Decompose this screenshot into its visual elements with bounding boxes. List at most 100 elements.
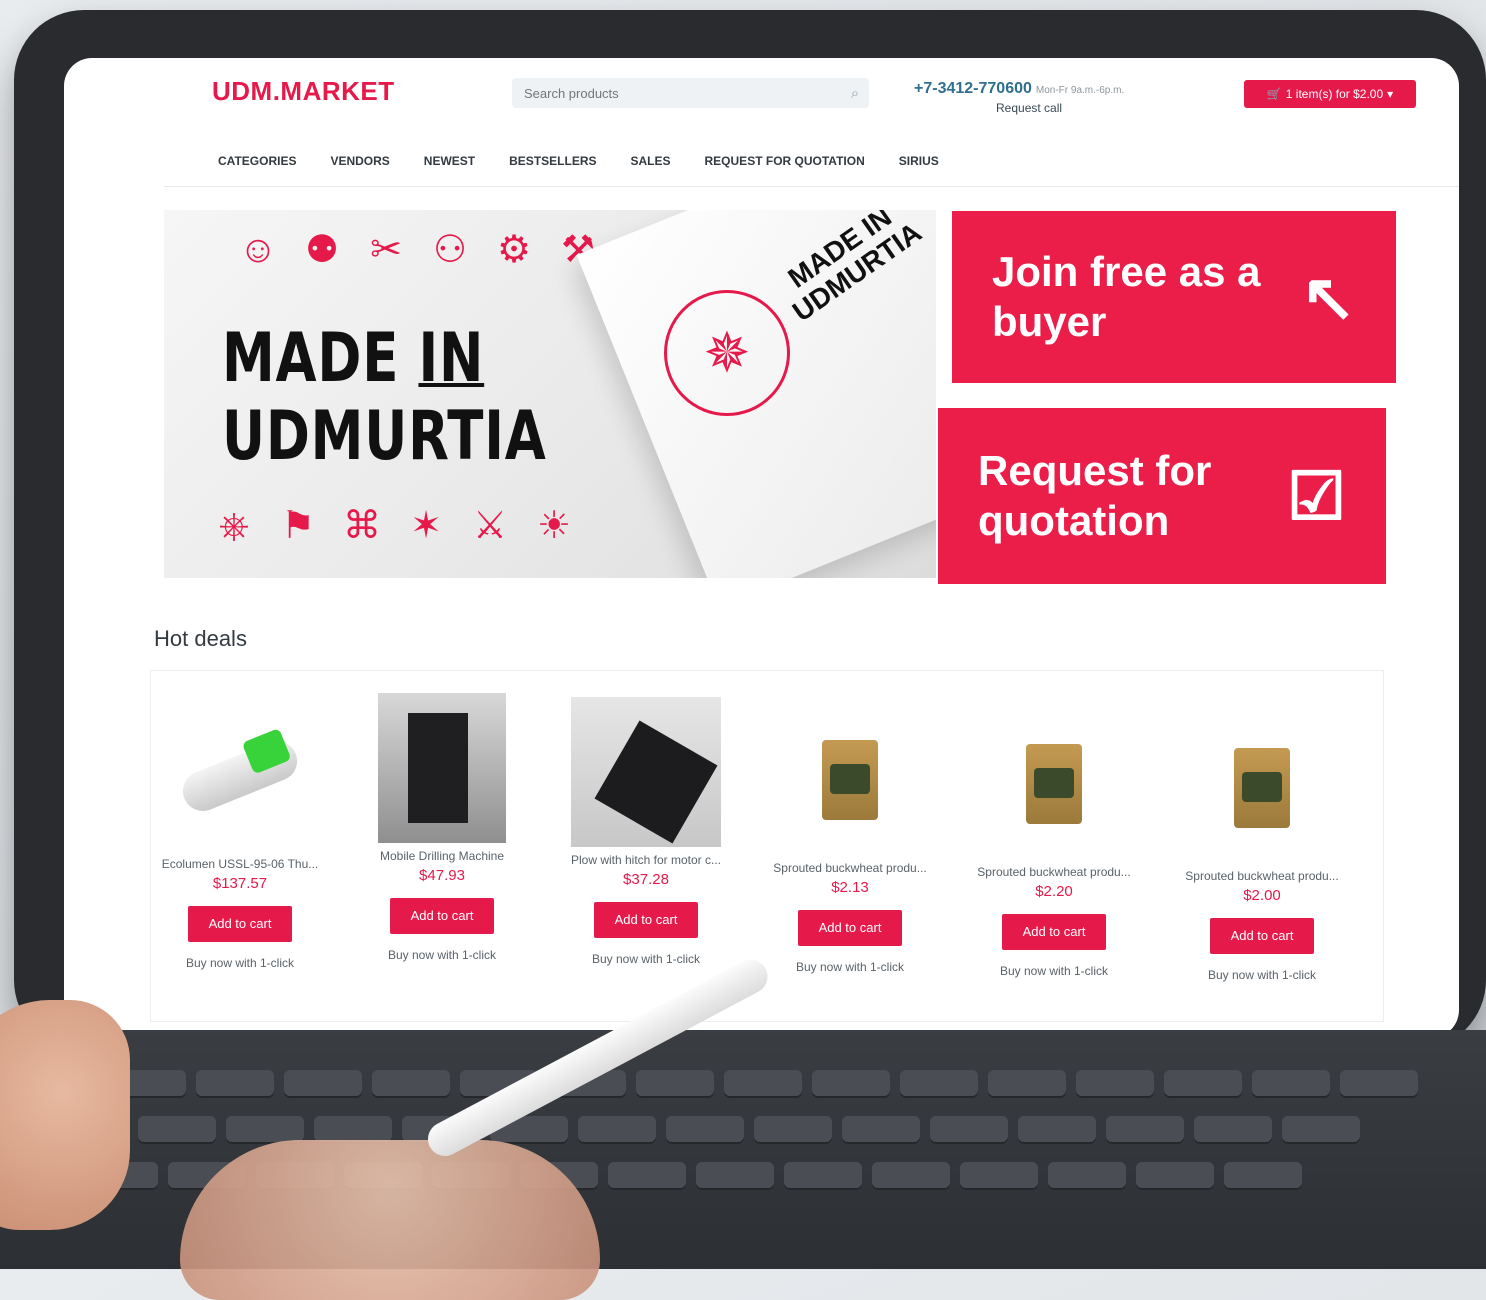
made-in-udmurtia-title: MADE IN UDMURTIA bbox=[222, 320, 547, 476]
product-price: $37.28 bbox=[623, 871, 669, 888]
buy-one-click-link[interactable]: Buy now with 1-click bbox=[994, 962, 1114, 980]
product-name[interactable]: Sprouted buckwheat produ... bbox=[755, 861, 945, 875]
key bbox=[372, 1070, 450, 1098]
tool-icon: ⚔ bbox=[472, 505, 508, 547]
browser-screen: UDM.MARKET ⌕ +7-3412-770600Mon-Fr 9a.m.-… bbox=[64, 58, 1459, 1038]
key bbox=[754, 1116, 832, 1144]
phone-number: +7-3412-770600 Mon-Fr 9a.m.-6p.m. bbox=[914, 80, 1124, 98]
hero-banner[interactable]: ☺ ⚉ ✂ ⚇ ⚙ ⚒ MADE IN UDMURTIA ⎈ ⚑ ⌘ ✶ ⚔ ☀ bbox=[164, 210, 936, 578]
key bbox=[812, 1070, 890, 1098]
buy-one-click-link[interactable]: Buy now with 1-click bbox=[586, 950, 706, 968]
request-quotation-banner[interactable]: Request for quotation ☑ bbox=[938, 408, 1386, 584]
search-input[interactable] bbox=[512, 84, 841, 102]
buy-one-click-link[interactable]: Buy now with 1-click bbox=[382, 946, 502, 964]
key-row bbox=[50, 1116, 1360, 1146]
product-card[interactable]: Sprouted buckwheat produ... $2.13 Add to… bbox=[755, 705, 945, 976]
cart-button[interactable]: 🛒 1 item(s) for $2.00 ▾ bbox=[1244, 80, 1416, 108]
people-icon: ⚇ bbox=[432, 229, 468, 271]
nav-request-for-quotation[interactable]: REQUEST FOR QUOTATION bbox=[705, 154, 865, 168]
product-image[interactable] bbox=[775, 705, 925, 855]
product-image[interactable] bbox=[367, 693, 517, 843]
buy-one-click-link[interactable]: Buy now with 1-click bbox=[180, 954, 300, 972]
nav-vendors[interactable]: VENDORS bbox=[330, 154, 389, 168]
business-hours: Mon-Fr 9a.m.-6p.m. bbox=[1035, 85, 1125, 96]
worker-icon: ☺ bbox=[238, 229, 278, 271]
key bbox=[196, 1070, 274, 1098]
search-bar[interactable]: ⌕ bbox=[512, 78, 869, 108]
tablet-frame: UDM.MARKET ⌕ +7-3412-770600Mon-Fr 9a.m.-… bbox=[14, 10, 1486, 1050]
checklist-icon: ☑ bbox=[1286, 458, 1346, 533]
phone-text: +7-3412-770600 bbox=[914, 80, 1032, 97]
add-to-cart-button[interactable]: Add to cart bbox=[390, 898, 494, 934]
main-nav: CATEGORIES VENDORS NEWEST BESTSELLERS SA… bbox=[218, 154, 939, 168]
add-to-cart-button[interactable]: Add to cart bbox=[1210, 918, 1314, 954]
add-to-cart-button[interactable]: Add to cart bbox=[798, 910, 902, 946]
key bbox=[138, 1116, 216, 1144]
camera-icon: ⎈ bbox=[218, 505, 250, 547]
product-name[interactable]: Sprouted buckwheat produ... bbox=[959, 865, 1149, 879]
nav-newest[interactable]: NEWEST bbox=[424, 154, 475, 168]
chevron-down-icon: ▾ bbox=[1387, 87, 1394, 101]
key bbox=[872, 1162, 950, 1190]
product-image[interactable] bbox=[165, 701, 315, 851]
helmet-icon: ⚉ bbox=[304, 229, 340, 271]
scissors-icon: ✂ bbox=[370, 229, 402, 271]
search-icon[interactable]: ⌕ bbox=[841, 85, 869, 102]
buy-one-click-link[interactable]: Buy now with 1-click bbox=[1202, 966, 1322, 984]
site-logo[interactable]: UDM.MARKET bbox=[212, 76, 395, 107]
rifle-icon: ✶ bbox=[410, 505, 442, 547]
product-name[interactable]: Sprouted buckwheat produ... bbox=[1167, 869, 1357, 883]
key bbox=[1340, 1070, 1418, 1098]
udmurtia-stamp-icon: ✵ bbox=[664, 290, 790, 416]
key bbox=[960, 1162, 1038, 1190]
product-image[interactable] bbox=[571, 697, 721, 847]
cart-label: 1 item(s) for $2.00 bbox=[1285, 87, 1384, 101]
key bbox=[1252, 1070, 1330, 1098]
buckwheat-pack-image bbox=[1026, 744, 1082, 824]
key bbox=[666, 1116, 744, 1144]
banner-made: MADE bbox=[222, 319, 400, 398]
product-image[interactable] bbox=[979, 709, 1129, 859]
product-card[interactable]: Sprouted buckwheat produ... $2.20 Add to… bbox=[959, 709, 1149, 980]
join-free-banner[interactable]: Join free as a buyer ↖ bbox=[952, 211, 1396, 383]
add-to-cart-button[interactable]: Add to cart bbox=[1002, 914, 1106, 950]
key bbox=[578, 1116, 656, 1144]
key bbox=[636, 1070, 714, 1098]
plow-image bbox=[571, 697, 721, 847]
key bbox=[1282, 1116, 1360, 1144]
product-price: $137.57 bbox=[212, 875, 268, 892]
product-card[interactable]: Mobile Drilling Machine $47.93 Add to ca… bbox=[347, 693, 537, 964]
product-name[interactable]: Mobile Drilling Machine bbox=[347, 849, 537, 863]
cart-icon: 🛒 bbox=[1266, 87, 1282, 101]
key bbox=[608, 1162, 686, 1190]
product-card[interactable]: Ecolumen USSL-95-06 Thu... $137.57 Add t… bbox=[145, 701, 335, 972]
craft-icons-top: ☺ ⚉ ✂ ⚇ ⚙ ⚒ bbox=[234, 226, 602, 274]
machine-icon: ⌘ bbox=[343, 505, 381, 547]
banner-in: IN bbox=[418, 319, 485, 398]
nav-categories[interactable]: CATEGORIES bbox=[218, 154, 296, 168]
key bbox=[284, 1070, 362, 1098]
product-image[interactable] bbox=[1187, 713, 1337, 863]
key bbox=[988, 1070, 1066, 1098]
craft-icons-bottom: ⎈ ⚑ ⌘ ✶ ⚔ ☀ bbox=[210, 502, 578, 550]
product-price: $47.93 bbox=[419, 867, 465, 884]
left-hand bbox=[0, 1000, 130, 1230]
product-name[interactable]: Plow with hitch for motor c... bbox=[551, 853, 741, 867]
nav-divider bbox=[164, 186, 1459, 187]
add-to-cart-button[interactable]: Add to cart bbox=[188, 906, 292, 942]
lamp-image bbox=[176, 734, 304, 818]
nav-sales[interactable]: SALES bbox=[631, 154, 671, 168]
product-name[interactable]: Ecolumen USSL-95-06 Thu... bbox=[145, 857, 335, 871]
product-price: $2.13 bbox=[831, 879, 869, 896]
nav-sirius[interactable]: SIRIUS bbox=[899, 154, 939, 168]
buckwheat-pack-image bbox=[1234, 748, 1290, 828]
product-card[interactable]: Plow with hitch for motor c... $37.28 Ad… bbox=[551, 697, 741, 968]
nav-bestsellers[interactable]: BESTSELLERS bbox=[509, 154, 596, 168]
product-card[interactable]: Sprouted buckwheat produ... $2.00 Add to… bbox=[1167, 713, 1357, 984]
buy-one-click-link[interactable]: Buy now with 1-click bbox=[790, 958, 910, 976]
request-quotation-text: Request for quotation bbox=[978, 447, 1212, 544]
request-call-link[interactable]: Request call bbox=[996, 101, 1062, 115]
key-row bbox=[20, 1070, 1418, 1100]
lightbulb-icon: ☀ bbox=[536, 505, 572, 547]
add-to-cart-button[interactable]: Add to cart bbox=[594, 902, 698, 938]
